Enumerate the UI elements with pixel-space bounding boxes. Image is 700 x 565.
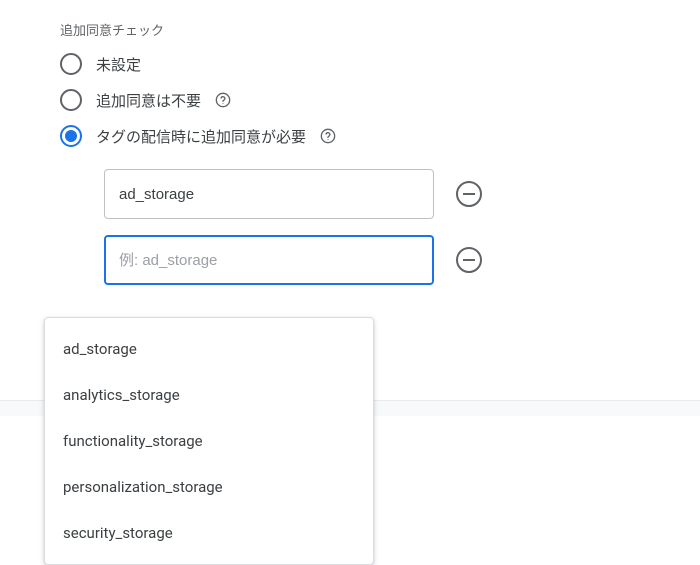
consent-config-panel: 追加同意チェック 未設定 追加同意は不要 タグの配信時に追加同意が必要 — [0, 0, 700, 321]
dropdown-item[interactable]: security_storage — [45, 510, 373, 556]
radio-circle-required-icon[interactable] — [60, 125, 82, 147]
radio-option-not-required[interactable]: 追加同意は不要 — [60, 89, 660, 111]
radio-label: 追加同意は不要 — [96, 90, 201, 111]
remove-button[interactable] — [456, 181, 482, 207]
minus-icon — [463, 259, 475, 261]
autocomplete-dropdown: ad_storage analytics_storage functionali… — [44, 317, 374, 565]
radio-label: タグの配信時に追加同意が必要 — [96, 126, 306, 147]
section-label: 追加同意チェック — [60, 20, 660, 39]
radio-group: 未設定 追加同意は不要 タグの配信時に追加同意が必要 — [60, 53, 660, 147]
consent-inputs-area — [104, 169, 660, 285]
radio-option-required[interactable]: タグの配信時に追加同意が必要 — [60, 125, 660, 147]
radio-label: 未設定 — [96, 54, 141, 75]
consent-input-row — [104, 169, 660, 219]
consent-type-input[interactable] — [104, 235, 434, 285]
radio-circle-unset-icon[interactable] — [60, 53, 82, 75]
help-icon[interactable] — [320, 128, 336, 144]
dropdown-item[interactable]: analytics_storage — [45, 372, 373, 418]
dropdown-item[interactable]: personalization_storage — [45, 464, 373, 510]
consent-type-input[interactable] — [104, 169, 434, 219]
remove-button[interactable] — [456, 247, 482, 273]
radio-circle-not-required-icon[interactable] — [60, 89, 82, 111]
help-icon[interactable] — [215, 92, 231, 108]
radio-dot-icon — [65, 130, 77, 142]
dropdown-item[interactable]: functionality_storage — [45, 418, 373, 464]
radio-option-unset[interactable]: 未設定 — [60, 53, 660, 75]
dropdown-item[interactable]: ad_storage — [45, 326, 373, 372]
minus-icon — [463, 193, 475, 195]
consent-input-row — [104, 235, 660, 285]
